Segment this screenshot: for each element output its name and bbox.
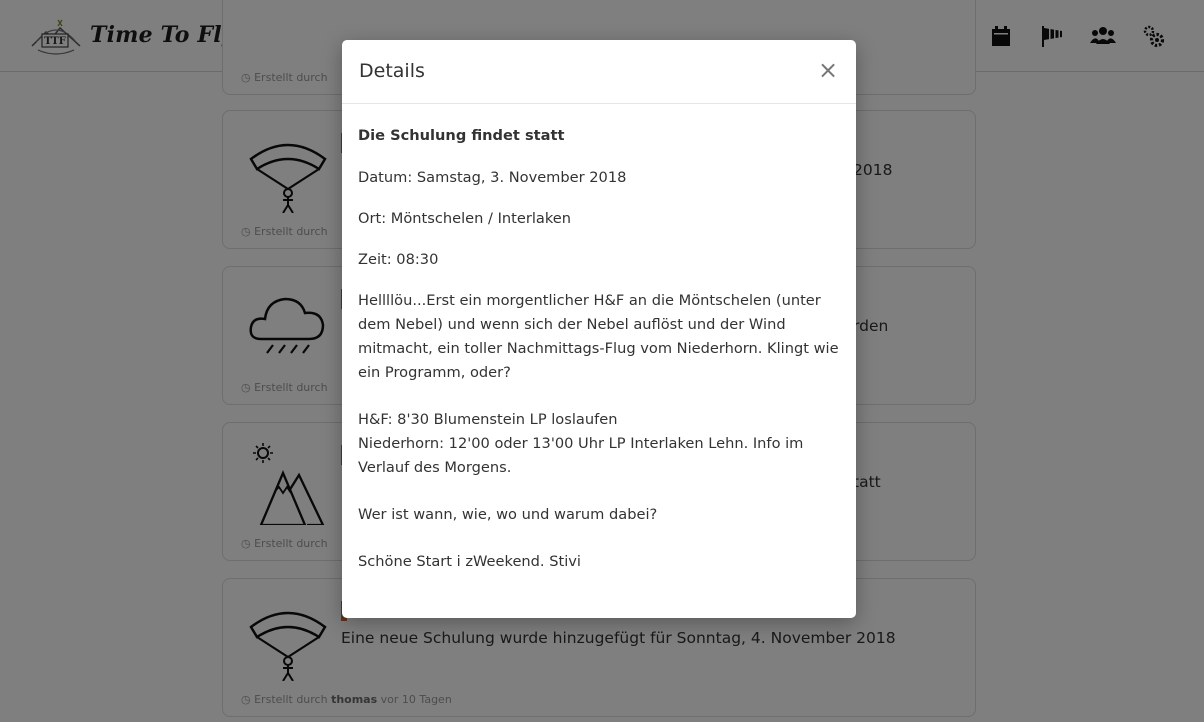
event-closing: Schöne Start i zWeekend. Stivi	[358, 553, 581, 570]
close-icon[interactable]: ×	[816, 56, 840, 84]
event-date: Datum: Samstag, 3. November 2018	[358, 169, 627, 186]
schedule-hf: H&F: 8'30 Blumenstein LP loslaufen	[358, 411, 618, 428]
page: TTF Time To Fly	[0, 0, 1204, 722]
event-question: Wer ist wann, wie, wo und warum dabei?	[358, 506, 658, 523]
modal-body: Die Schulung findet statt Datum: Samstag…	[342, 104, 856, 574]
modal-header: Details ×	[342, 40, 856, 104]
modal-title: Details	[359, 60, 425, 82]
event-location: Ort: Möntschelen / Interlaken	[358, 210, 571, 227]
event-schedule: H&F: 8'30 Blumenstein LP loslaufen Niede…	[358, 408, 840, 480]
details-modal: Details × Die Schulung findet statt Datu…	[342, 40, 856, 618]
schedule-niederhorn: Niederhorn: 12'00 oder 13'00 Uhr LP Inte…	[358, 435, 804, 476]
event-time: Zeit: 08:30	[358, 251, 439, 268]
event-message: Hellllöu...Erst ein morgentlicher H&F an…	[358, 292, 839, 381]
event-heading: Die Schulung findet statt	[358, 127, 565, 144]
